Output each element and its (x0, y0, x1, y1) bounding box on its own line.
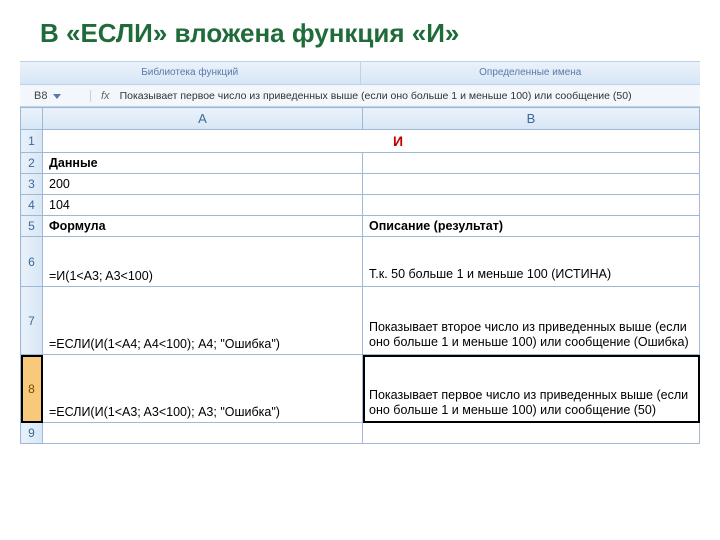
cell-a9[interactable] (43, 423, 363, 444)
slide-title: В «ЕСЛИ» вложена функция «И» (0, 0, 720, 61)
row-header-3[interactable]: 3 (21, 174, 43, 195)
row-header-7[interactable]: 7 (21, 287, 43, 355)
row-header-4[interactable]: 4 (21, 195, 43, 216)
cell-b8[interactable]: Показывает первое число из приведенных в… (363, 355, 700, 423)
cell-b4[interactable] (363, 195, 700, 216)
row-header-9[interactable]: 9 (21, 423, 43, 444)
cell-a6[interactable]: =И(1<A3; A3<100) (43, 237, 363, 287)
cell-b5[interactable]: Описание (результат) (363, 216, 700, 237)
ribbon-group-names[interactable]: Определенные имена (361, 62, 701, 84)
cell-b9[interactable] (363, 423, 700, 444)
name-box[interactable]: B8 (20, 90, 90, 102)
cell-b3[interactable] (363, 174, 700, 195)
row-header-6[interactable]: 6 (21, 237, 43, 287)
cell-a4[interactable]: 104 (43, 195, 363, 216)
row-header-5[interactable]: 5 (21, 216, 43, 237)
name-box-value: B8 (34, 90, 47, 102)
row-header-1[interactable]: 1 (21, 130, 43, 153)
row-header-2[interactable]: 2 (21, 153, 43, 174)
cell-b7[interactable]: Показывает второе число из приведенных в… (363, 287, 700, 355)
cell-b6[interactable]: Т.к. 50 больше 1 и меньше 100 (ИСТИНА) (363, 237, 700, 287)
dropdown-icon[interactable] (53, 92, 61, 100)
formula-bar[interactable]: Показывает первое число из приведенных в… (120, 90, 632, 102)
fx-icon[interactable]: fx (97, 90, 114, 102)
ribbon-group-library[interactable]: Библиотека функций (20, 62, 361, 84)
ribbon: Библиотека функций Определенные имена (20, 61, 700, 85)
cell-a3[interactable]: 200 (43, 174, 363, 195)
cell-a5[interactable]: Формула (43, 216, 363, 237)
cell-a7[interactable]: =ЕСЛИ(И(1<A4; A4<100); A4; "Ошибка") (43, 287, 363, 355)
cell-b2[interactable] (363, 153, 700, 174)
row-header-8[interactable]: 8 (21, 355, 43, 423)
formula-bar-row: B8 fx Показывает первое число из приведе… (20, 85, 700, 107)
cell-a8[interactable]: =ЕСЛИ(И(1<A3; A3<100); A3; "Ошибка") (43, 355, 363, 423)
col-header-a[interactable]: A (43, 108, 363, 130)
cell-b1-text: И (373, 133, 423, 149)
select-all-corner[interactable] (21, 108, 43, 130)
cell-a2[interactable]: Данные (43, 153, 363, 174)
col-header-b[interactable]: B (363, 108, 700, 130)
spreadsheet[interactable]: A B 1 И 2 Данные 3 200 4 104 5 Формула О… (20, 107, 700, 444)
cell-b1[interactable]: И (43, 130, 700, 153)
